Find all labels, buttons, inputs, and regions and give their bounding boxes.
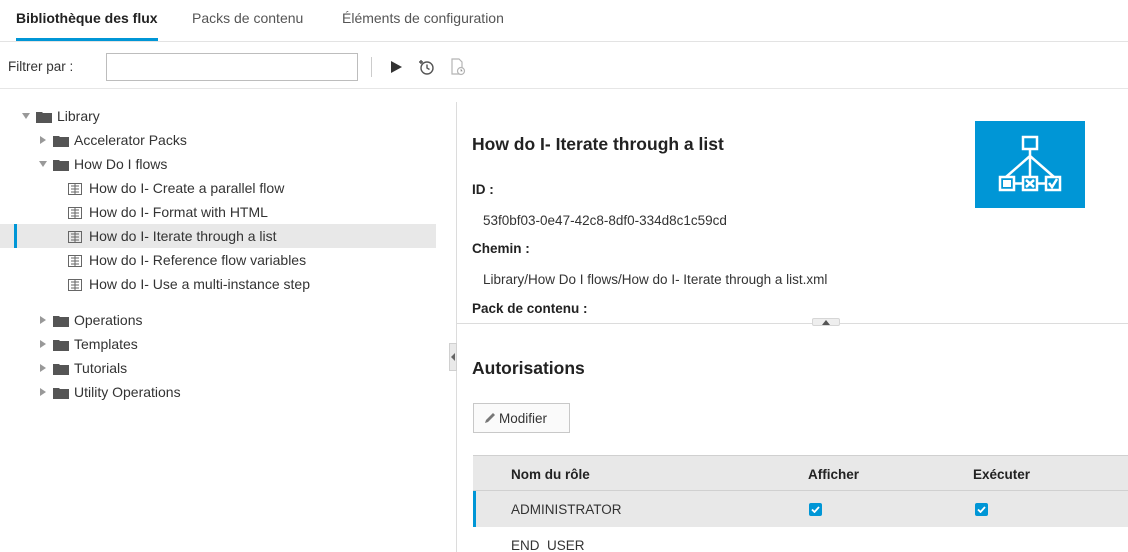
- tab-configuration-items[interactable]: Éléments de configuration: [342, 10, 504, 26]
- tree-item-tutorials[interactable]: Tutorials: [0, 356, 436, 380]
- selection-indicator: [14, 224, 17, 248]
- filter-bar: Filtrer par :: [0, 49, 1128, 87]
- tree-item-label: How Do I flows: [74, 156, 168, 172]
- debug-icon[interactable]: [448, 57, 468, 77]
- folder-icon: [53, 158, 69, 171]
- tree-item-flow[interactable]: How do I- Use a multi-instance step: [0, 272, 436, 296]
- toolbar-separator: [371, 57, 372, 77]
- checkbox-checked-icon: [809, 502, 822, 516]
- tree-item-templates[interactable]: Templates: [0, 332, 436, 356]
- permissions-title: Autorisations: [472, 358, 585, 378]
- chevron-up-icon: [822, 319, 830, 325]
- chevron-right-icon[interactable]: [37, 314, 49, 326]
- id-value: 53f0bf03-0e47-42c8-8df0-334d8c1c59cd: [483, 213, 727, 228]
- tree-item-label: Library: [57, 108, 100, 124]
- chevron-right-icon[interactable]: [37, 338, 49, 350]
- flow-diagram-icon: [975, 121, 1085, 208]
- tab-flow-library[interactable]: Bibliothèque des flux: [16, 10, 158, 26]
- resize-handle[interactable]: [812, 318, 840, 326]
- tree-item-label: Tutorials: [74, 360, 128, 376]
- tree-item-label: How do I- Create a parallel flow: [89, 180, 285, 196]
- tree-item-label: How do I- Reference flow variables: [89, 252, 307, 268]
- chevron-left-icon: [450, 353, 455, 361]
- column-header-view[interactable]: Afficher: [808, 456, 859, 492]
- tree-item-label: How do I- Iterate through a list: [89, 228, 277, 244]
- tree-item-flow-selected[interactable]: How do I- Iterate through a list: [0, 224, 436, 248]
- view-checkbox[interactable]: [809, 491, 822, 527]
- tree-item-label: Operations: [74, 312, 143, 328]
- folder-icon: [36, 110, 52, 123]
- tab-content-packs[interactable]: Packs de contenu: [192, 10, 303, 26]
- folder-icon: [53, 386, 69, 399]
- column-header-execute[interactable]: Exécuter: [973, 456, 1030, 492]
- flow-icon: [68, 230, 84, 243]
- chevron-right-icon[interactable]: [37, 386, 49, 398]
- filter-input[interactable]: [106, 53, 358, 81]
- table-row[interactable]: ADMINISTRATOR: [473, 491, 1128, 527]
- tree-item-label: How do I- Format with HTML: [89, 204, 268, 220]
- tree-item-label: Templates: [74, 336, 138, 352]
- execute-checkbox[interactable]: [975, 491, 988, 527]
- schedule-icon[interactable]: [416, 57, 436, 77]
- tree-item-accelerator-packs[interactable]: Accelerator Packs: [0, 128, 436, 152]
- folder-icon: [53, 134, 69, 147]
- selection-indicator: [473, 491, 476, 527]
- flow-icon: [68, 182, 84, 195]
- folder-icon: [53, 314, 69, 327]
- filter-label: Filtrer par :: [8, 59, 74, 74]
- flow-title: How do I- Iterate through a list: [472, 134, 724, 154]
- chevron-right-icon[interactable]: [37, 362, 49, 374]
- chevron-right-icon[interactable]: [37, 134, 49, 146]
- edit-button[interactable]: Modifier: [473, 403, 570, 433]
- edit-button-label: Modifier: [499, 410, 548, 426]
- content-pack-label: Pack de contenu :: [472, 301, 588, 316]
- chevron-down-icon[interactable]: [37, 158, 49, 170]
- table-row[interactable]: END_USER: [473, 527, 1128, 552]
- tree-item-utility-operations[interactable]: Utility Operations: [0, 380, 436, 404]
- id-label: ID :: [472, 182, 494, 197]
- collapse-pane-handle[interactable]: [449, 343, 457, 371]
- table-header: Nom du rôle Afficher Exécuter: [473, 455, 1128, 491]
- play-icon[interactable]: [386, 57, 406, 77]
- path-label: Chemin :: [472, 241, 530, 256]
- tab-bar: Bibliothèque des flux Packs de contenu É…: [0, 0, 1128, 42]
- details-splitter[interactable]: [457, 323, 1128, 324]
- tree-item-operations[interactable]: Operations: [0, 308, 436, 332]
- flow-icon: [68, 206, 84, 219]
- pencil-icon: [485, 413, 495, 423]
- folder-icon: [53, 338, 69, 351]
- tree-item-flow[interactable]: How do I- Format with HTML: [0, 200, 436, 224]
- flow-icon: [68, 278, 84, 291]
- tree-item-flow[interactable]: How do I- Reference flow variables: [0, 248, 436, 272]
- tree-item-label: Utility Operations: [74, 384, 181, 400]
- path-value: Library/How Do I flows/How do I- Iterate…: [483, 272, 828, 287]
- tree-item-how-do-i-flows[interactable]: How Do I flows: [0, 152, 436, 176]
- tree-item-label: How do I- Use a multi-instance step: [89, 276, 310, 292]
- role-name: END_USER: [511, 537, 585, 552]
- flow-icon: [68, 254, 84, 267]
- column-header-role[interactable]: Nom du rôle: [511, 456, 590, 492]
- role-name: ADMINISTRATOR: [511, 501, 622, 517]
- tree-item-label: Accelerator Packs: [74, 132, 187, 148]
- header-divider: [0, 88, 1128, 89]
- folder-icon: [53, 362, 69, 375]
- tree-item-flow[interactable]: How do I- Create a parallel flow: [0, 176, 436, 200]
- checkbox-checked-icon: [975, 502, 988, 516]
- tab-divider: [0, 41, 1128, 42]
- chevron-down-icon[interactable]: [20, 110, 32, 122]
- pane-splitter[interactable]: [456, 102, 457, 552]
- tree-item-library[interactable]: Library: [0, 104, 436, 128]
